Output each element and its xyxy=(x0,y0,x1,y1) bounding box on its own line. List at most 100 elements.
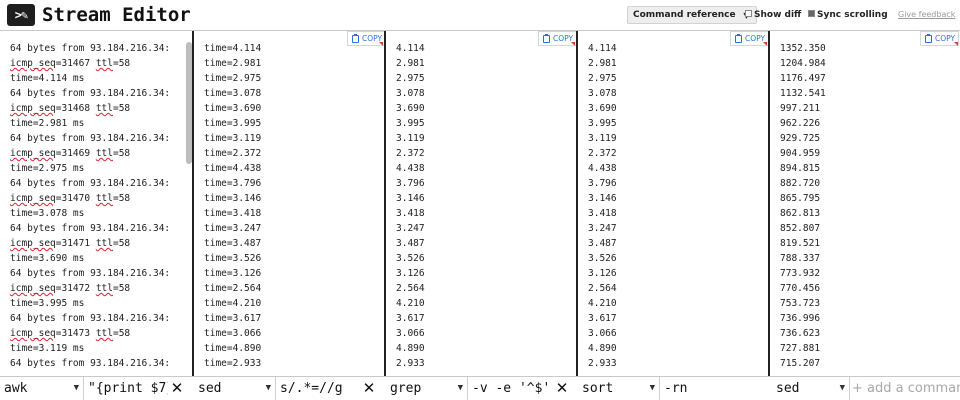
output-line: icmp_seq=31470 ttl=58 xyxy=(10,193,131,204)
command-select[interactable]: sed ▼ xyxy=(772,377,850,400)
pane-sort-output[interactable]: 1352.350 1204.984 1176.497 1132.541 997.211 9… xyxy=(770,31,960,376)
output-line: 882.720 xyxy=(780,178,821,189)
output-line: 2.975 xyxy=(588,73,617,84)
output-line: 736.996 xyxy=(780,313,821,324)
output-line: 3.526 xyxy=(588,253,617,264)
output-line: 3.119 xyxy=(588,133,617,144)
pane-grep-output[interactable]: 4.114 2.981 2.975 3.078 3.690 3.995 3.119 2.372… xyxy=(578,31,768,376)
output-line: 4.210 xyxy=(396,298,425,309)
app-logo: >✎ xyxy=(7,4,35,26)
output-line: icmp_seq=31472 ttl=58 xyxy=(10,283,131,294)
output-line: 715.207 xyxy=(780,358,821,369)
output-line: 3.126 xyxy=(396,268,425,279)
give-feedback-link[interactable]: Give feedback xyxy=(898,9,955,21)
pane-awk-output[interactable]: time=4.114 time=2.981 time=2.975 time=3.078… xyxy=(194,31,384,376)
clipboard-icon xyxy=(543,34,550,43)
close-icon[interactable]: ✕ xyxy=(168,379,186,398)
chevron-down-icon: ▼ xyxy=(265,383,271,393)
output-line: 753.723 xyxy=(780,298,821,309)
command-name: sort xyxy=(582,381,614,396)
output-line: 64 bytes from 93.184.216.34: xyxy=(10,223,171,234)
app-header: >✎ Stream Editor Command reference ▼ Sho… xyxy=(0,0,960,31)
show-diff-checkbox[interactable] xyxy=(745,10,752,17)
show-diff-label: Show diff xyxy=(754,10,802,20)
output-line: time=3.995 xyxy=(204,118,262,129)
pane-sort-lines: 1352.350 1204.984 1176.497 1132.541 997.211 9… xyxy=(780,41,946,371)
command-args-input[interactable]: "{print $7}" xyxy=(84,377,168,400)
output-line: time=3.526 xyxy=(204,253,262,264)
output-line: 2.564 xyxy=(396,283,425,294)
output-line: time=4.114 ms xyxy=(10,73,85,84)
clipboard-icon xyxy=(925,34,932,43)
output-line: time=3.487 xyxy=(204,238,262,249)
output-line: time=3.078 xyxy=(204,88,262,99)
output-line: time=2.933 xyxy=(204,358,262,369)
output-line: 894.815 xyxy=(780,163,821,174)
output-line: 3.066 xyxy=(396,328,425,339)
output-line: 2.933 xyxy=(396,358,425,369)
output-line: icmp_seq=31469 ttl=58 xyxy=(10,148,131,159)
pane-awk-lines: time=4.114 time=2.981 time=2.975 time=3.078… xyxy=(204,41,370,371)
output-line: 4.890 xyxy=(396,343,425,354)
output-line: 3.247 xyxy=(588,223,617,234)
output-line: 64 bytes from 93.184.216.34: xyxy=(10,178,171,189)
output-line: 770.456 xyxy=(780,283,821,294)
output-line: 3.247 xyxy=(396,223,425,234)
output-line: time=3.617 xyxy=(204,313,262,324)
output-line: time=3.995 ms xyxy=(10,298,85,309)
command-select[interactable]: sort ▼ xyxy=(578,377,660,400)
output-line: 736.623 xyxy=(780,328,821,339)
pane-input-lines: 64 bytes from 93.184.216.34: icmp_seq=314… xyxy=(10,41,178,371)
close-icon[interactable]: ✕ xyxy=(553,379,571,398)
clipboard-icon xyxy=(735,34,742,43)
output-line: 3.418 xyxy=(396,208,425,219)
pane-grep-lines: 4.114 2.981 2.975 3.078 3.690 3.995 3.119 2.372… xyxy=(588,41,754,371)
output-line: 3.418 xyxy=(588,208,617,219)
output-line: 4.890 xyxy=(588,343,617,354)
output-line: 3.487 xyxy=(396,238,425,249)
command-name: sed xyxy=(776,381,800,396)
output-line: 852.807 xyxy=(780,223,821,234)
show-diff-toggle[interactable]: Show diff xyxy=(745,9,801,21)
sync-scrolling-toggle[interactable]: Sync scrolling xyxy=(808,9,888,21)
pane-sed-output[interactable]: 4.114 2.981 2.975 3.078 3.690 3.995 3.119 2.372… xyxy=(386,31,576,376)
output-line: 1176.497 xyxy=(780,73,826,84)
output-line: 2.981 xyxy=(588,58,617,69)
output-line: 4.438 xyxy=(588,163,617,174)
output-line: time=2.372 xyxy=(204,148,262,159)
output-line: 3.690 xyxy=(588,103,617,114)
command-args-input[interactable]: -v -e '^$' xyxy=(468,377,552,400)
output-line: 2.981 xyxy=(396,58,425,69)
chevron-down-icon: ▼ xyxy=(839,383,845,393)
pane-input[interactable]: 64 bytes from 93.184.216.34: icmp_seq=314… xyxy=(0,31,192,376)
command-select[interactable]: grep ▼ xyxy=(386,377,468,400)
output-line: time=3.690 xyxy=(204,103,262,114)
chevron-down-icon: ▼ xyxy=(457,383,463,393)
command-args-input[interactable]: -rn xyxy=(660,377,746,400)
command-reference-dropdown[interactable]: Command reference ▼ xyxy=(627,6,757,24)
output-line: 1204.984 xyxy=(780,58,826,69)
close-icon[interactable]: ✕ xyxy=(360,379,378,398)
output-line: time=2.564 xyxy=(204,283,262,294)
output-line: 2.372 xyxy=(396,148,425,159)
command-select[interactable]: sed ▼ xyxy=(194,377,276,400)
copy-label: COPY xyxy=(935,34,956,43)
output-line: 1132.541 xyxy=(780,88,826,99)
output-line: time=3.247 xyxy=(204,223,262,234)
output-line: 3.995 xyxy=(588,118,617,129)
output-line: time=3.078 ms xyxy=(10,208,85,219)
output-line: 865.795 xyxy=(780,193,821,204)
clipboard-icon xyxy=(352,34,359,43)
output-line: 3.119 xyxy=(396,133,425,144)
chevron-down-icon: ▼ xyxy=(649,383,655,393)
output-line: time=4.890 xyxy=(204,343,262,354)
output-line: icmp_seq=31467 ttl=58 xyxy=(10,58,131,69)
command-select[interactable]: awk ▼ xyxy=(0,377,84,400)
sync-scrolling-checkbox[interactable] xyxy=(808,10,815,17)
output-line: icmp_seq=31468 ttl=58 xyxy=(10,103,131,114)
command-args-input[interactable]: s/.*=//g xyxy=(276,377,358,400)
output-line: 727.881 xyxy=(780,343,821,354)
output-line: 3.146 xyxy=(588,193,617,204)
resize-corner-marker xyxy=(763,42,767,46)
add-command-input[interactable]: + add a command xyxy=(852,377,960,400)
